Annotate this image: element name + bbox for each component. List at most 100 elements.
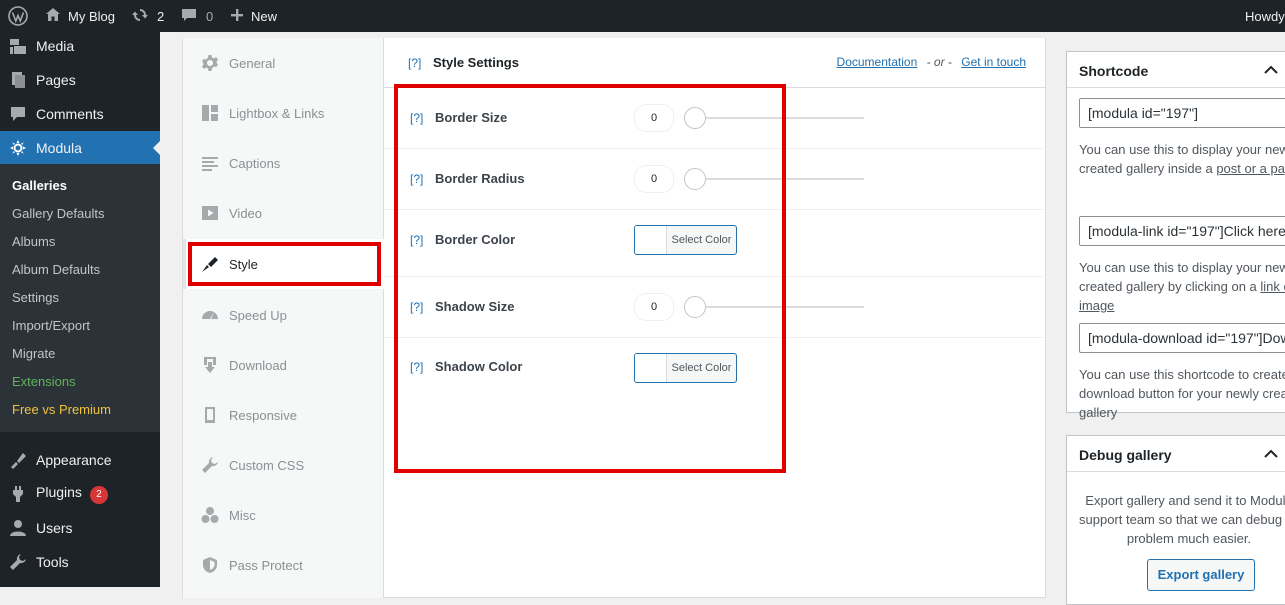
menu-item-modula[interactable]: Modula xyxy=(0,131,160,165)
lightbox-icon xyxy=(201,104,219,122)
admin-bar: My Blog 2 0 New Howdy xyxy=(0,0,1285,32)
updates-link[interactable]: 2 xyxy=(131,0,164,32)
help-line-text: created gallery inside a xyxy=(1079,161,1217,176)
get-in-touch-link[interactable]: Get in touch xyxy=(961,55,1026,69)
section-title: Style Settings xyxy=(433,55,519,70)
tab-label: Responsive xyxy=(229,407,297,423)
menu-item-appearance[interactable]: Appearance xyxy=(0,443,160,477)
tab-label: Misc xyxy=(229,507,256,523)
misc-icon xyxy=(201,506,219,524)
debug-line: support team so that we can debug your xyxy=(1079,512,1285,527)
speedometer-icon xyxy=(201,306,219,324)
shortcode-box-header[interactable]: Shortcode xyxy=(1067,52,1285,88)
tab-lightbox-links[interactable]: Lightbox & Links xyxy=(183,88,383,138)
comments-link[interactable]: 0 xyxy=(180,0,213,32)
help-line: You can use this to display your newly xyxy=(1079,260,1285,275)
menu-label: Plugins 2 xyxy=(36,484,108,504)
site-name-link[interactable]: My Blog xyxy=(44,0,115,32)
my-account-link[interactable]: Howdy xyxy=(1245,0,1285,32)
plus-icon xyxy=(229,7,245,26)
tab-label: Lightbox & Links xyxy=(229,105,325,121)
wordpress-logo-icon[interactable] xyxy=(8,0,28,32)
submenu-item-settings[interactable]: Settings xyxy=(12,290,59,305)
menu-label: Tools xyxy=(36,554,69,570)
updates-icon xyxy=(131,6,149,27)
tab-speed-up[interactable]: Speed Up xyxy=(183,290,383,340)
tab-captions[interactable]: Captions xyxy=(183,138,383,188)
menu-item-users[interactable]: Users xyxy=(0,511,160,545)
tab-general[interactable]: General xyxy=(183,38,383,88)
menu-label: Comments xyxy=(36,106,104,122)
modula-submenu: Galleries Gallery Defaults Albums Album … xyxy=(0,164,160,432)
submenu-item-gallery-defaults[interactable]: Gallery Defaults xyxy=(12,206,104,221)
submenu-item-galleries[interactable]: Galleries xyxy=(12,178,67,193)
tab-label: Download xyxy=(229,357,287,373)
tab-label: Pass Protect xyxy=(229,557,303,573)
menu-label: Users xyxy=(36,520,73,536)
menu-label: Media xyxy=(36,38,75,54)
menu-item-pages[interactable]: Pages xyxy=(0,63,160,97)
menu-label: Appearance xyxy=(36,452,112,468)
submenu-item-import-export[interactable]: Import/Export xyxy=(12,318,90,333)
submenu-item-albums[interactable]: Albums xyxy=(12,234,55,249)
shortcode-box: Shortcode [modula id="197"] You can use … xyxy=(1066,51,1285,420)
site-name: My Blog xyxy=(68,8,115,24)
help-link[interactable]: [?] xyxy=(408,56,421,70)
shortcode-download-field[interactable]: [modula-download id="197"]Download xyxy=(1079,323,1285,353)
appearance-icon xyxy=(9,451,27,469)
tab-pass-protect[interactable]: Pass Protect xyxy=(183,540,383,590)
submenu-item-album-defaults[interactable]: Album Defaults xyxy=(12,262,100,277)
tab-responsive[interactable]: Responsive xyxy=(183,390,383,440)
help-line: gallery xyxy=(1079,405,1118,420)
media-icon xyxy=(9,37,27,55)
menu-item-comments[interactable]: Comments xyxy=(0,97,160,131)
section-header: [?] Style Settings Documentation - or - … xyxy=(384,38,1046,88)
video-icon xyxy=(201,204,219,222)
shortcode-link-help-text: You can use this to display your newly c… xyxy=(1079,258,1285,315)
shield-icon xyxy=(201,556,219,574)
tab-label: Speed Up xyxy=(229,307,287,323)
submenu-item-free-vs-premium[interactable]: Free vs Premium xyxy=(12,402,111,417)
plugins-icon xyxy=(9,485,27,503)
gear-icon xyxy=(201,54,219,72)
modula-gear-icon xyxy=(9,139,27,157)
new-content-link[interactable]: New xyxy=(229,0,277,32)
comment-bubble-icon xyxy=(180,6,198,27)
menu-item-media[interactable]: Media xyxy=(0,29,160,63)
submenu-item-migrate[interactable]: Migrate xyxy=(12,346,55,361)
shortcode-download-help-text: You can use this shortcode to create a d… xyxy=(1079,365,1285,422)
style-tab-highlight xyxy=(188,242,381,286)
tools-icon xyxy=(9,553,27,571)
image-link[interactable]: image xyxy=(1079,296,1285,315)
shortcode-field[interactable]: [modula id="197"] xyxy=(1079,98,1285,128)
help-line: download button for your newly created xyxy=(1079,386,1285,401)
tab-misc[interactable]: Misc xyxy=(183,490,383,540)
tab-video[interactable]: Video xyxy=(183,188,383,238)
shortcode-link-field[interactable]: [modula-link id="197"]Click here xyxy=(1079,216,1285,246)
howdy-text: Howdy xyxy=(1245,8,1285,24)
menu-item-tools[interactable]: Tools xyxy=(0,545,160,579)
tab-custom-css[interactable]: Custom CSS xyxy=(183,440,383,490)
chevron-up-icon[interactable] xyxy=(1263,446,1279,462)
home-icon xyxy=(44,6,62,27)
post-or-page-link[interactable]: post or a page xyxy=(1216,161,1285,176)
plugins-label: Plugins xyxy=(36,484,82,500)
debug-box-header[interactable]: Debug gallery xyxy=(1067,436,1285,472)
style-settings-highlight xyxy=(394,84,786,473)
box-title: Debug gallery xyxy=(1079,447,1172,463)
tab-download[interactable]: Download xyxy=(183,340,383,390)
help-line: created gallery inside a post or a page xyxy=(1079,159,1285,178)
menu-item-plugins[interactable]: Plugins 2 xyxy=(0,477,160,511)
link-or-image-link[interactable]: link or xyxy=(1260,279,1285,294)
plugins-update-badge: 2 xyxy=(89,486,108,504)
settings-tabs: General Lightbox & Links Captions Video … xyxy=(183,38,384,598)
debug-help-text: Export gallery and send it to Modula sup… xyxy=(1079,491,1285,548)
pages-icon xyxy=(9,71,27,89)
help-line: You can use this to display your newly xyxy=(1079,142,1285,157)
documentation-link[interactable]: Documentation xyxy=(837,55,918,69)
comments-icon xyxy=(9,105,27,123)
export-gallery-button[interactable]: Export gallery xyxy=(1147,559,1255,591)
chevron-up-icon[interactable] xyxy=(1263,62,1279,78)
submenu-item-extensions[interactable]: Extensions xyxy=(12,374,76,389)
help-line: created gallery by clicking on a link or xyxy=(1079,277,1285,296)
